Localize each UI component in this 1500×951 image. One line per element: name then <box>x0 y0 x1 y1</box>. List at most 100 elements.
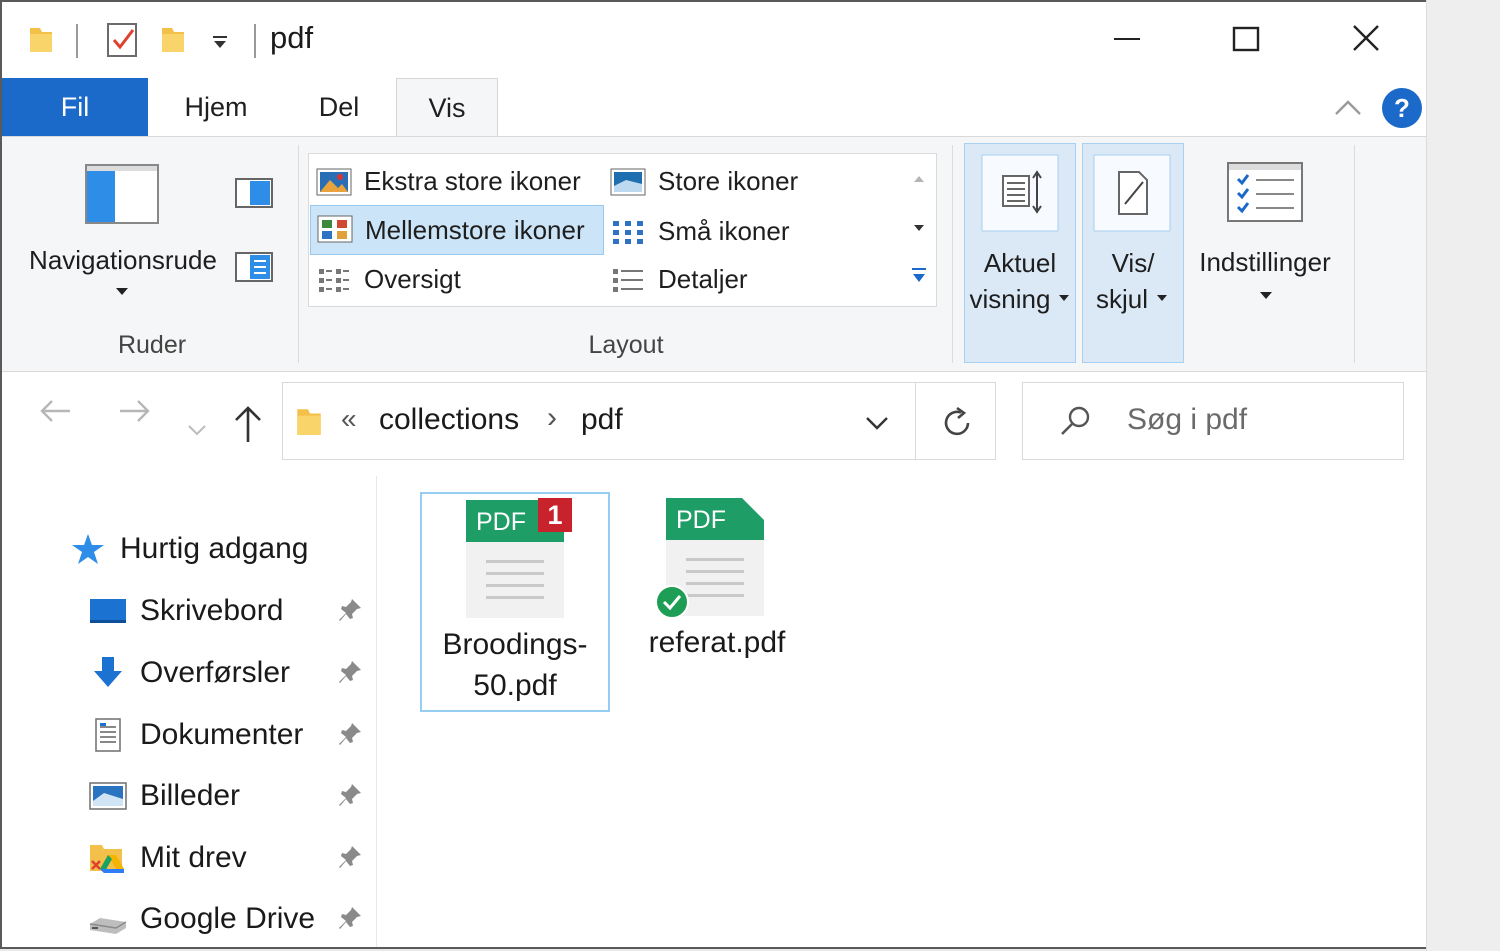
layout-details[interactable]: Detaljer <box>604 257 894 301</box>
search-placeholder: Søg i pdf <box>1127 403 1248 436</box>
nav-item-label: Google Drive <box>140 902 316 935</box>
properties-checkbox-icon[interactable] <box>106 22 140 58</box>
up-button[interactable] <box>232 404 264 453</box>
medium-icons-icon <box>317 215 353 243</box>
layout-small-icons[interactable]: Små ikoner <box>604 209 894 253</box>
current-view-label-line2: visning <box>969 284 1051 314</box>
layout-extra-large-icons[interactable]: Ekstra store ikoner <box>310 159 600 203</box>
nav-item-label: Mit drev <box>140 841 247 874</box>
breadcrumb-separator[interactable]: › <box>547 401 557 435</box>
pin-icon[interactable] <box>336 781 364 809</box>
close-icon <box>1353 25 1379 51</box>
show-hide-label-line1: Vis/ <box>1111 248 1155 278</box>
file-name-line1: Broodings- <box>442 628 588 661</box>
maximize-icon <box>1232 26 1260 52</box>
small-icons-icon <box>613 221 643 244</box>
help-icon[interactable]: ? <box>1380 86 1424 130</box>
pin-icon[interactable] <box>336 596 364 624</box>
desktop-icon <box>90 599 126 623</box>
current-view-label-line1: Aktuel <box>983 248 1057 278</box>
nav-item-label: Dokumenter <box>140 718 304 751</box>
downloads-icon <box>94 657 122 687</box>
nav-pane-divider <box>376 476 377 947</box>
layout-item-label: Store ikoner <box>658 166 799 196</box>
preview-pane-icon[interactable] <box>234 177 274 209</box>
navigation-pane-label: Navigationsrude <box>29 245 217 275</box>
svg-text:?: ? <box>1394 93 1410 123</box>
collapse-ribbon-icon[interactable] <box>1332 94 1364 122</box>
details-pane-icon[interactable] <box>234 251 274 283</box>
dropdown-arrow-icon <box>1260 292 1272 299</box>
customize-quick-access-icon[interactable] <box>210 32 230 52</box>
recent-locations-button[interactable] <box>186 408 208 447</box>
dropdown-arrow-icon <box>1157 295 1167 301</box>
layout-list[interactable]: Oversigt <box>310 257 600 301</box>
close-button[interactable] <box>1336 14 1396 66</box>
file-item-referat[interactable]: PDF referat.pdf <box>622 492 812 712</box>
layout-large-icons[interactable]: Store ikoner <box>604 159 894 203</box>
folder-icon[interactable] <box>28 24 54 54</box>
nav-item-label: Skrivebord <box>140 594 284 627</box>
list-icon <box>319 269 349 292</box>
tab-del[interactable]: Del <box>294 78 384 136</box>
tab-vis[interactable]: Vis <box>396 78 498 138</box>
background-strip <box>1426 0 1500 951</box>
sync-check-icon <box>655 585 689 619</box>
back-button[interactable] <box>38 396 74 435</box>
gallery-expand-icon[interactable] <box>908 265 930 287</box>
pin-icon[interactable] <box>336 904 364 932</box>
pdf-icon-label: PDF <box>476 508 526 536</box>
pin-icon[interactable] <box>336 720 364 748</box>
address-dropdown-icon[interactable] <box>863 413 891 433</box>
extra-large-icons-icon <box>316 168 352 196</box>
maximize-button[interactable] <box>1216 14 1276 66</box>
large-icons-icon <box>610 168 646 196</box>
breadcrumb-collections[interactable]: collections <box>379 403 519 437</box>
file-explorer-window: pdf Fil Hjem Del Vis ? Navigationsrude R… <box>0 0 1426 949</box>
layout-item-label: Små ikoner <box>658 216 790 246</box>
ribbon-tabs: Fil Hjem Del Vis ? <box>2 78 1426 138</box>
pdf-icon-label: PDF <box>676 506 726 534</box>
navigation-pane-button[interactable]: Navigationsrude <box>16 157 226 307</box>
up-arrow-icon <box>235 406 261 442</box>
ribbon: Navigationsrude Ruder Ekstra store ikone… <box>2 136 1426 372</box>
breadcrumb-overflow[interactable]: « <box>341 403 357 435</box>
current-view-button[interactable]: Aktuel visning <box>964 143 1076 363</box>
file-name: Broodings- 50.pdf <box>422 624 608 706</box>
pin-icon[interactable] <box>336 658 364 686</box>
chevron-down-icon <box>188 425 206 436</box>
nav-item-label: Overførsler <box>140 656 290 689</box>
refresh-icon[interactable] <box>937 403 977 443</box>
layout-item-label: Oversigt <box>364 264 461 294</box>
minimize-icon <box>1114 38 1140 40</box>
options-label: Indstillinger <box>1199 247 1331 277</box>
layout-item-label: Ekstra store ikoner <box>364 166 581 196</box>
pin-icon[interactable] <box>336 843 364 871</box>
breadcrumb-pdf[interactable]: pdf <box>581 403 623 437</box>
show-hide-label-line2: skjul <box>1095 284 1148 314</box>
back-arrow-icon <box>40 400 70 422</box>
group-separator <box>298 145 299 363</box>
tab-fil[interactable]: Fil <box>2 78 148 136</box>
search-box[interactable]: Søg i pdf <box>1022 382 1404 460</box>
file-name-line2: 50.pdf <box>473 669 557 702</box>
drive-icon <box>89 918 127 934</box>
nav-item-label: Billeder <box>140 779 241 812</box>
new-folder-icon[interactable] <box>160 24 186 54</box>
file-item-broodings[interactable]: PDF 1 Broodings- 50.pdf <box>420 492 610 712</box>
title-bar: pdf <box>2 2 1426 78</box>
show-hide-button[interactable]: Vis/ skjul <box>1082 143 1184 363</box>
window-title: pdf <box>270 20 314 55</box>
minimize-button[interactable] <box>1096 14 1156 66</box>
dropdown-arrow-icon <box>1059 295 1069 301</box>
group-separator <box>1354 145 1355 363</box>
file-name: referat.pdf <box>622 622 812 663</box>
address-bar[interactable]: « collections › pdf <box>282 382 996 460</box>
panes-group-label: Ruder <box>117 331 187 359</box>
tab-hjem[interactable]: Hjem <box>166 78 266 136</box>
forward-button[interactable] <box>116 396 152 435</box>
gallery-scroll-up-icon[interactable] <box>908 171 930 185</box>
options-button[interactable]: Indstillinger <box>1190 143 1340 363</box>
gallery-scroll-down-icon[interactable] <box>908 221 930 235</box>
layout-medium-icons[interactable]: Mellemstore ikoner <box>310 205 604 255</box>
